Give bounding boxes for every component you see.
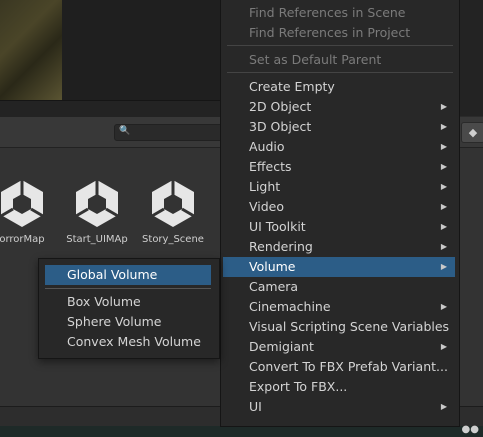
menu-item-volume[interactable]: Volume ▶ xyxy=(223,257,455,277)
asset-label: Story_Scene xyxy=(142,234,204,245)
menu-item-audio[interactable]: Audio ▶ xyxy=(223,137,455,157)
submenu-item-convex-mesh-volume[interactable]: Convex Mesh Volume xyxy=(45,332,211,352)
menu-item-set-as-default-parent: Set as Default Parent xyxy=(249,52,382,67)
menu-item-create-empty[interactable]: Create Empty xyxy=(223,77,455,97)
submenu-item-box-volume[interactable]: Box Volume xyxy=(45,292,211,312)
chevron-right-icon: ▶ xyxy=(440,342,447,351)
chevron-right-icon: ▶ xyxy=(440,202,447,211)
panel-separator xyxy=(0,100,220,117)
menu-item-ui[interactable]: UI ▶ xyxy=(223,397,455,417)
menu-item-find-references-in-scene: Find References in Scene xyxy=(249,5,406,20)
menu-item-2d-object[interactable]: 2D Object ▶ xyxy=(223,97,455,117)
chevron-right-icon: ▶ xyxy=(440,142,447,151)
menu-item-effects[interactable]: Effects ▶ xyxy=(223,157,455,177)
submenu-item-global-volume[interactable]: Global Volume xyxy=(45,265,211,285)
menu-item-ui-toolkit[interactable]: UI Toolkit ▶ xyxy=(223,217,455,237)
menu-separator xyxy=(45,288,211,289)
menu-item-demigiant[interactable]: Demigiant ▶ xyxy=(223,337,455,357)
status-icon: ●● xyxy=(461,424,479,435)
menu-separator xyxy=(227,45,453,46)
chevron-right-icon: ▶ xyxy=(440,122,447,131)
scene-view-preview[interactable] xyxy=(0,0,62,100)
unity-scene-icon xyxy=(0,180,44,227)
menu-item-convert-to-fbx-prefab-variant[interactable]: Convert To FBX Prefab Variant... xyxy=(223,357,455,377)
menu-item-rendering[interactable]: Rendering ▶ xyxy=(223,237,455,257)
menu-item-3d-object[interactable]: 3D Object ▶ xyxy=(223,117,455,137)
menu-item-video[interactable]: Video ▶ xyxy=(223,197,455,217)
asset-item[interactable]: Start_UIMAp xyxy=(61,176,133,256)
menu-item-camera[interactable]: Camera xyxy=(223,277,455,297)
scene-view-background xyxy=(62,0,220,100)
chevron-right-icon: ▶ xyxy=(440,242,447,251)
tag-icon: ◆ xyxy=(468,126,478,139)
chevron-right-icon: ▶ xyxy=(440,162,447,171)
menu-item-cinemachine[interactable]: Cinemachine ▶ xyxy=(223,297,455,317)
menu-item-light[interactable]: Light ▶ xyxy=(223,177,455,197)
volume-submenu: Global Volume Box Volume Sphere Volume C… xyxy=(38,258,220,359)
tag-filter-button[interactable]: ◆ xyxy=(461,122,483,143)
menu-item-export-to-fbx[interactable]: Export To FBX... xyxy=(223,377,455,397)
menu-separator xyxy=(227,72,453,73)
project-search-input[interactable]: 🔍 xyxy=(114,124,226,141)
asset-label: Start_UIMAp xyxy=(66,234,128,245)
chevron-right-icon: ▶ xyxy=(440,102,447,111)
chevron-right-icon: ▶ xyxy=(440,302,447,311)
asset-item[interactable]: orrorMap xyxy=(0,176,58,256)
asset-label: orrorMap xyxy=(0,234,45,245)
chevron-right-icon: ▶ xyxy=(440,182,447,191)
unity-scene-icon xyxy=(75,180,119,227)
asset-item[interactable]: Story_Scene xyxy=(137,176,209,256)
search-icon: 🔍 xyxy=(119,126,131,136)
submenu-item-sphere-volume[interactable]: Sphere Volume xyxy=(45,312,211,332)
unity-scene-icon xyxy=(151,180,195,227)
chevron-right-icon: ▶ xyxy=(440,222,447,231)
menu-item-visual-scripting-scene-variables[interactable]: Visual Scripting Scene Variables xyxy=(223,317,455,337)
gameobject-context-menu: Find References in Scene Find References… xyxy=(220,0,460,427)
menu-item-find-references-in-project: Find References in Project xyxy=(249,25,411,40)
chevron-right-icon: ▶ xyxy=(440,402,447,411)
chevron-right-icon: ▶ xyxy=(440,262,447,271)
hierarchy-edge xyxy=(458,0,483,116)
status-bar: ●● xyxy=(0,424,483,437)
